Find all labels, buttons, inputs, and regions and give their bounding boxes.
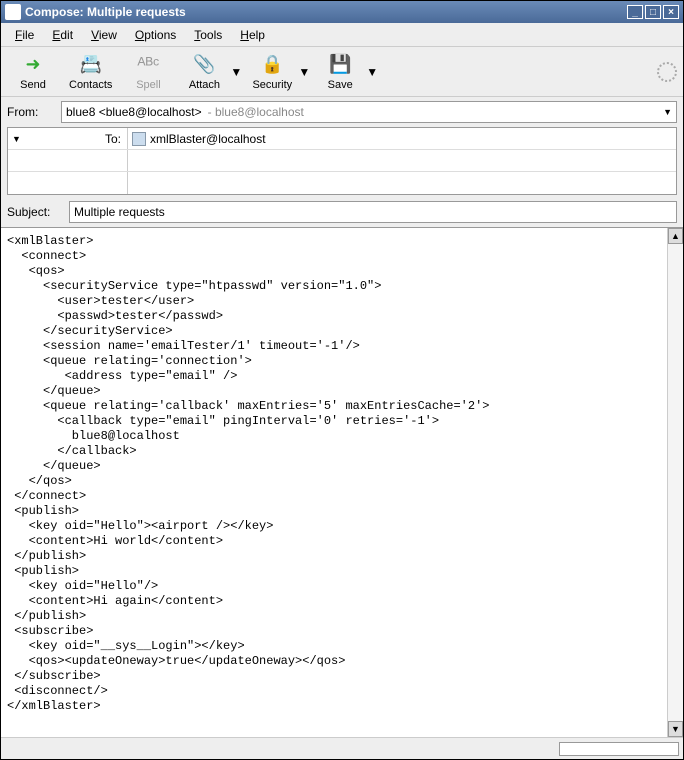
subject-label: Subject: xyxy=(7,205,69,219)
save-button[interactable]: 💾 Save xyxy=(314,51,366,93)
recipient-type-select[interactable] xyxy=(8,172,128,194)
compose-window: Compose: Multiple requests _ □ × File Ed… xyxy=(0,0,684,760)
recipient-type-select[interactable]: ▼ To: xyxy=(8,128,128,149)
minimize-button[interactable]: _ xyxy=(627,5,643,19)
recipient-row: ▼ To: xmlBlaster@localhost xyxy=(8,128,676,150)
body-area: <xmlBlaster> <connect> <qos> <securitySe… xyxy=(1,227,683,737)
send-icon: ➜ xyxy=(21,53,45,77)
scrollbar[interactable]: ▲ ▼ xyxy=(667,228,683,737)
contacts-icon: 📇 xyxy=(79,53,103,77)
recipient-address-input[interactable]: xmlBlaster@localhost xyxy=(128,132,676,146)
from-identity: - blue8@localhost xyxy=(208,105,304,119)
menu-tools[interactable]: Tools xyxy=(186,25,230,45)
message-body-textarea[interactable]: <xmlBlaster> <connect> <qos> <securitySe… xyxy=(1,228,667,737)
recipient-row-empty[interactable] xyxy=(8,172,676,194)
attach-dropdown[interactable]: ▼ xyxy=(230,65,242,79)
menu-options[interactable]: Options xyxy=(127,25,184,45)
toolbar: ➜ Send 📇 Contacts ᴬᴮᶜ Spell 📎 Attach ▼ 🔒… xyxy=(1,47,683,97)
from-select[interactable]: blue8 <blue8@localhost> - blue8@localhos… xyxy=(61,101,677,123)
save-icon: 💾 xyxy=(328,53,352,77)
contacts-button[interactable]: 📇 Contacts xyxy=(63,51,118,93)
menu-file[interactable]: File xyxy=(7,25,42,45)
recipient-row-empty[interactable] xyxy=(8,150,676,172)
attach-button[interactable]: 📎 Attach xyxy=(178,51,230,93)
scroll-up-button[interactable]: ▲ xyxy=(668,228,683,244)
spell-button: ᴬᴮᶜ Spell xyxy=(122,51,174,93)
spell-icon: ᴬᴮᶜ xyxy=(136,53,160,77)
security-dropdown[interactable]: ▼ xyxy=(298,65,310,79)
from-dropdown-icon: ▼ xyxy=(663,107,672,117)
scroll-track[interactable] xyxy=(668,244,683,721)
security-icon: 🔒 xyxy=(260,53,284,77)
subject-input[interactable]: Multiple requests xyxy=(69,201,677,223)
menu-edit[interactable]: Edit xyxy=(44,25,81,45)
recipient-type-select[interactable] xyxy=(8,150,128,171)
recipient-address-value: xmlBlaster@localhost xyxy=(150,132,266,146)
from-label: From: xyxy=(7,105,61,119)
menu-view[interactable]: View xyxy=(83,25,125,45)
send-button[interactable]: ➜ Send xyxy=(7,51,59,93)
throbber-icon xyxy=(657,62,677,82)
subject-value: Multiple requests xyxy=(74,205,165,219)
recipient-type-label: To: xyxy=(105,132,121,146)
chevron-down-icon: ▼ xyxy=(12,134,21,144)
security-button[interactable]: 🔒 Security xyxy=(246,51,298,93)
app-icon xyxy=(5,4,21,20)
recipients-list: ▼ To: xmlBlaster@localhost xyxy=(7,127,677,195)
attach-icon: 📎 xyxy=(192,53,216,77)
titlebar[interactable]: Compose: Multiple requests _ □ × xyxy=(1,1,683,23)
scroll-down-button[interactable]: ▼ xyxy=(668,721,683,737)
window-title: Compose: Multiple requests xyxy=(25,5,625,19)
address-icon xyxy=(132,132,146,146)
headers-area: From: blue8 <blue8@localhost> - blue8@lo… xyxy=(1,97,683,227)
save-dropdown[interactable]: ▼ xyxy=(366,65,378,79)
menu-help[interactable]: Help xyxy=(232,25,273,45)
menubar: File Edit View Options Tools Help xyxy=(1,23,683,47)
progress-bar xyxy=(559,742,679,756)
maximize-button[interactable]: □ xyxy=(645,5,661,19)
statusbar xyxy=(1,737,683,759)
close-button[interactable]: × xyxy=(663,5,679,19)
from-value: blue8 <blue8@localhost> xyxy=(66,105,202,119)
